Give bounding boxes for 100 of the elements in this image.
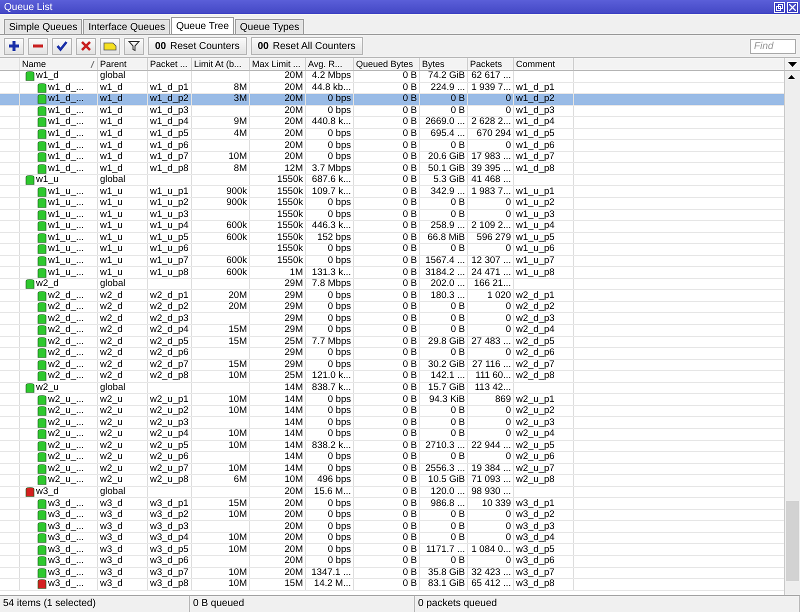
table-cell: 2669.0 ... — [425, 117, 465, 128]
column-header[interactable]: Max Limit ... — [250, 58, 306, 70]
table-row[interactable]: w3_d_... w3_d w3_d_p2 10M 20M 0 bps 0 B 0 B 0 w3_d_p2 — [0, 510, 784, 522]
table-row[interactable]: w1_u_... w1_u w1_u_p1 900k 1550k 109.7 k... 0 B 342.9 ... 1 983 7... w1_u_p1 — [0, 186, 784, 198]
restore-button[interactable] — [774, 2, 785, 12]
tab[interactable]: Queue Types — [234, 19, 304, 34]
table-row[interactable]: w3_d_... w3_d w3_d_p1 15M 20M 0 bps 0 B 986.8 ... 10 339 w3_d_p1 — [0, 498, 784, 510]
table-row[interactable]: w2_d_... w2_d w2_d_p5 15M 25M 7.7 Mbps 0 B 29.8 GiB 27 483 ... w2_d_p5 — [0, 336, 784, 348]
reset-counters-button[interactable]: 00 Reset Counters — [148, 37, 247, 55]
table-cell: 25M — [284, 336, 303, 347]
table-cell: w1_u — [100, 232, 123, 243]
table-row[interactable]: w1_d global 20M 4.2 Mbps 0 B 74.2 GiB 62 617 ... — [0, 71, 784, 83]
table-cell: 50.1 GiB — [428, 164, 465, 174]
column-header[interactable]: Limit At (b... — [192, 58, 250, 70]
column-header[interactable]: Comment — [514, 58, 574, 70]
table-row[interactable]: w2_d_... w2_d w2_d_p1 20M 29M 0 bps 0 B 180.3 ... 1 020 w2_d_p1 — [0, 290, 784, 302]
enable-button[interactable] — [52, 38, 72, 54]
table-row[interactable]: w1_d_... w1_d w1_d_p8 8M 12M 3.7 Mbps 0 B 50.1 GiB 39 395 ... w1_d_p8 — [0, 163, 784, 175]
table-cell: 0 bps — [328, 522, 351, 532]
scrollbar[interactable] — [784, 71, 800, 595]
table-row[interactable]: w3_d_... w3_d w3_d_p4 10M 20M 0 bps 0 B 0 B 0 w3_d_p4 — [0, 532, 784, 544]
table-row[interactable]: w1_d_... w1_d w1_d_p2 3M 20M 0 bps 0 B 0 B 0 w1_d_p2 — [0, 94, 784, 106]
table-cell: w2_d_p4 — [150, 325, 189, 336]
table-row[interactable]: w3_d_... w3_d w3_d_p7 10M 20M 1347.1 ... 0 B 35.8 GiB 32 423 ... w3_d_p7 — [0, 568, 784, 580]
tab[interactable]: Simple Queues — [4, 19, 82, 34]
column-header[interactable]: Bytes — [420, 58, 468, 70]
table-row[interactable]: w3_d_... w3_d w3_d_p6 20M 0 bps 0 B 0 B 0 w3_d_p6 — [0, 556, 784, 568]
table-row[interactable]: w1_d_... w1_d w1_d_p5 4M 20M 0 bps 0 B 695.4 ... 670 294 w1_d_p5 — [0, 128, 784, 140]
table-cell: 20M — [284, 568, 303, 578]
table-row[interactable]: w3_d global 20M 15.6 M... 0 B 120.0 ... 98 930 ... — [0, 486, 784, 498]
table-cell: 20M — [284, 71, 303, 82]
search-field[interactable]: Find — [750, 38, 796, 54]
table-cell: 2 628 2... — [471, 117, 511, 128]
table-row[interactable]: w2_u_... w2_u w2_u_p7 10M 14M 0 bps 0 B 2556.3 ... 19 384 ... w2_u_p7 — [0, 464, 784, 476]
table-row[interactable]: w2_u_... w2_u w2_u_p8 6M 10M 496 bps 0 B 10.5 GiB 71 093 ... w2_u_p8 — [0, 475, 784, 487]
table-cell: w1_u_p7 — [150, 256, 189, 266]
table-row[interactable]: w3_d_... w3_d w3_d_p3 20M 0 bps 0 B 0 B 0 w3_d_p3 — [0, 521, 784, 533]
column-header[interactable]: Parent — [98, 58, 148, 70]
scroll-thumb[interactable] — [786, 501, 799, 581]
reset-counters-button[interactable]: 00 Reset All Counters — [250, 37, 363, 55]
table-row[interactable]: w2_u_... w2_u w2_u_p5 10M 14M 838.2 k... 0 B 2710.3 ... 22 944 ... w2_u_p5 — [0, 440, 784, 452]
comment-button[interactable] — [100, 38, 120, 54]
table-row[interactable]: w1_u_... w1_u w1_u_p6 1550k 0 bps 0 B 0 B 0 w1_u_p6 — [0, 244, 784, 256]
table-row[interactable]: w1_u_... w1_u w1_u_p7 600k 1550k 0 bps 0 B 1567.4 ... 12 307 ... w1_u_p7 — [0, 256, 784, 268]
table-cell: w1_u_p4 — [150, 221, 189, 232]
table-row[interactable]: w1_d_... w1_d w1_d_p3 20M 0 bps 0 B 0 B 0 w1_d_p3 — [0, 106, 784, 118]
table-cell: 0 B — [402, 314, 417, 324]
table-cell: 0 B — [450, 94, 465, 104]
table-row[interactable]: w1_d_... w1_d w1_d_p4 9M 20M 440.8 k... 0 B 2669.0 ... 2 628 2... w1_d_p4 — [0, 117, 784, 129]
table-row[interactable]: w1_u_... w1_u w1_u_p3 1550k 0 bps 0 B 0 B 0 w1_u_p3 — [0, 210, 784, 222]
tab[interactable]: Interface Queues — [83, 19, 170, 34]
table-cell: 0 B — [402, 94, 417, 104]
table-row[interactable]: w2_d_... w2_d w2_d_p2 20M 29M 0 bps 0 B 0 B 0 w2_d_p2 — [0, 302, 784, 314]
table-row[interactable]: w2_d global 29M 7.8 Mbps 0 B 202.0 ... 166 21... — [0, 278, 784, 290]
table-cell: 0 bps — [328, 533, 351, 544]
table-row[interactable]: w2_d_... w2_d w2_d_p6 29M 0 bps 0 B 0 B 0 w2_d_p6 — [0, 348, 784, 360]
table-row[interactable]: w2_u_... w2_u w2_u_p6 14M 0 bps 0 B 0 B 0 w2_u_p6 — [0, 452, 784, 464]
table-row[interactable]: w2_d_... w2_d w2_d_p8 10M 25M 121.0 k... 0 B 142.1 ... 111 60... w2_d_p8 — [0, 371, 784, 383]
queue-name: w2_d_... — [48, 302, 84, 312]
column-header[interactable]: Avg. R... — [306, 58, 354, 70]
table-row[interactable]: w2_d_... w2_d w2_d_p4 15M 29M 0 bps 0 B 0 B 0 w2_d_p4 — [0, 325, 784, 337]
table-row[interactable]: w2_u_... w2_u w2_u_p4 10M 14M 0 bps 0 B 0 B 0 w2_u_p4 — [0, 428, 784, 440]
tab[interactable]: Queue Tree — [171, 17, 234, 34]
table-row[interactable]: w1_u_... w1_u w1_u_p5 600k 1550k 152 bps 0 B 66.8 MiB 596 279 w1_u_p5 — [0, 232, 784, 244]
table-cell: 14.2 M... — [314, 579, 351, 590]
remove-button[interactable] — [28, 38, 48, 54]
table-row[interactable]: w1_d_... w1_d w1_d_p6 20M 0 bps 0 B 0 B 0 w1_d_p6 — [0, 140, 784, 152]
table-row[interactable]: w1_u_... w1_u w1_u_p8 600k 1M 131.3 k... 0 B 3184.2 ... 24 471 ... w1_u_p8 — [0, 267, 784, 279]
close-button[interactable] — [787, 2, 798, 12]
table-row[interactable]: w2_u_... w2_u w2_u_p3 14M 0 bps 0 B 0 B 0 w2_u_p3 — [0, 417, 784, 429]
table-row[interactable]: w2_d_... w2_d w2_d_p7 15M 29M 0 bps 0 B 30.2 GiB 27 116 ... w2_d_p7 — [0, 360, 784, 372]
column-header[interactable]: Queued Bytes — [354, 58, 420, 70]
table-row[interactable]: w1_u_... w1_u w1_u_p4 600k 1550k 446.3 k... 0 B 258.9 ... 2 109 2... w1_u_p4 — [0, 221, 784, 233]
table-row[interactable]: w2_u_... w2_u w2_u_p2 10M 14M 0 bps 0 B 0 B 0 w2_u_p2 — [0, 406, 784, 418]
table-cell: w1_d — [100, 152, 123, 162]
queue-name: w3_d — [36, 486, 59, 497]
table-cell: 0 B — [402, 268, 417, 278]
table-row[interactable]: w3_d_... w3_d w3_d_p8 10M 15M 14.2 M... 0 B 83.1 GiB 65 412 ... w3_d_p8 — [0, 579, 784, 591]
table-cell: 0 bps — [328, 198, 351, 208]
table-cell: 0 bps — [328, 140, 351, 151]
queue-name: w2_d_... — [48, 360, 84, 370]
table-cell: 0 B — [402, 244, 417, 254]
disable-button[interactable] — [76, 38, 96, 54]
table-cell: w1_u — [100, 221, 123, 232]
column-header[interactable]: Packets — [468, 58, 514, 70]
table-cell: w2_u — [100, 418, 123, 428]
table-row[interactable]: w1_u global 1550k 687.6 k... 0 B 5.3 GiB 41 468 ... — [0, 174, 784, 186]
table-row[interactable]: w3_d_... w3_d w3_d_p5 10M 20M 0 bps 0 B 1171.7 ... 1 084 0... w3_d_p5 — [0, 544, 784, 556]
column-header[interactable]: Packet ... — [148, 58, 192, 70]
filter-button[interactable] — [124, 38, 144, 54]
table-row[interactable]: w2_u global 14M 838.7 k... 0 B 15.7 GiB 113 42... — [0, 382, 784, 394]
table-row[interactable]: w2_d_... w2_d w2_d_p3 29M 0 bps 0 B 0 B 0 w2_d_p3 — [0, 313, 784, 326]
table-row[interactable]: w2_u_... w2_u w2_u_p1 10M 14M 0 bps 0 B 94.3 KiB 869 w2_u_p1 — [0, 394, 784, 406]
table-row[interactable]: w1_d_... w1_d w1_d_p7 10M 20M 0 bps 0 B 20.6 GiB 17 983 ... w1_d_p7 — [0, 152, 784, 164]
table-cell: 5.3 GiB — [433, 175, 465, 186]
table-row[interactable]: w1_u_... w1_u w1_u_p2 900k 1550k 0 bps 0 B 0 B 0 w1_u_p2 — [0, 198, 784, 210]
column-header[interactable]: Name — [20, 58, 98, 70]
table-cell: 20M — [284, 82, 303, 93]
add-button[interactable] — [4, 38, 24, 54]
table-cell: 0 B — [450, 429, 465, 440]
